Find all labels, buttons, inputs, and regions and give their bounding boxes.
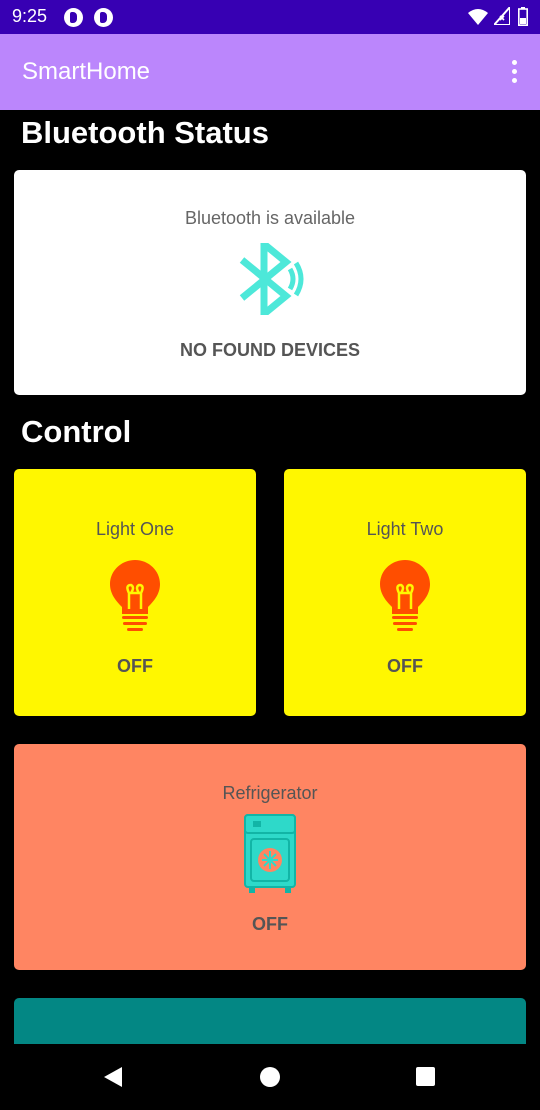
- bluetooth-status-heading: Bluetooth Status: [21, 115, 269, 150]
- refrigerator-icon: [244, 814, 296, 893]
- status-time: 9:25: [12, 6, 48, 26]
- wifi-icon: [468, 9, 488, 25]
- recents-icon[interactable]: [415, 1066, 436, 1087]
- back-icon[interactable]: [103, 1066, 123, 1088]
- light-one-state: OFF: [117, 656, 153, 676]
- refrigerator-card[interactable]: Refrigerator OFF: [14, 744, 526, 970]
- bluetooth-availability-text: Bluetooth is available: [184, 208, 356, 228]
- lightbulb-icon: [380, 560, 430, 631]
- app-title: SmartHome: [22, 58, 151, 85]
- light-two-card[interactable]: Light Two OFF: [284, 469, 526, 716]
- bluetooth-searching-icon: [239, 243, 304, 315]
- overflow-menu-icon[interactable]: [512, 60, 518, 87]
- signal-icon: [494, 7, 510, 25]
- light-one-card[interactable]: Light One OFF: [14, 469, 256, 716]
- light-two-state: OFF: [387, 656, 423, 676]
- notification-icon: [64, 8, 83, 27]
- app-bar: SmartHome: [0, 34, 540, 110]
- home-icon[interactable]: [259, 1066, 281, 1088]
- battery-icon: [518, 7, 528, 26]
- found-devices-text: NO FOUND DEVICES: [179, 340, 361, 360]
- notification-icon: [94, 8, 113, 27]
- control-heading: Control: [21, 414, 132, 449]
- refrigerator-label: Refrigerator: [222, 783, 318, 803]
- light-two-label: Light Two: [366, 519, 444, 539]
- refrigerator-state: OFF: [252, 914, 288, 934]
- light-one-label: Light One: [95, 519, 175, 539]
- bluetooth-card[interactable]: Bluetooth is available NO FOUND DEVICES: [14, 170, 526, 395]
- lightbulb-icon: [110, 560, 160, 631]
- status-bar: 9:25: [0, 0, 540, 34]
- navigation-bar: [0, 1044, 540, 1110]
